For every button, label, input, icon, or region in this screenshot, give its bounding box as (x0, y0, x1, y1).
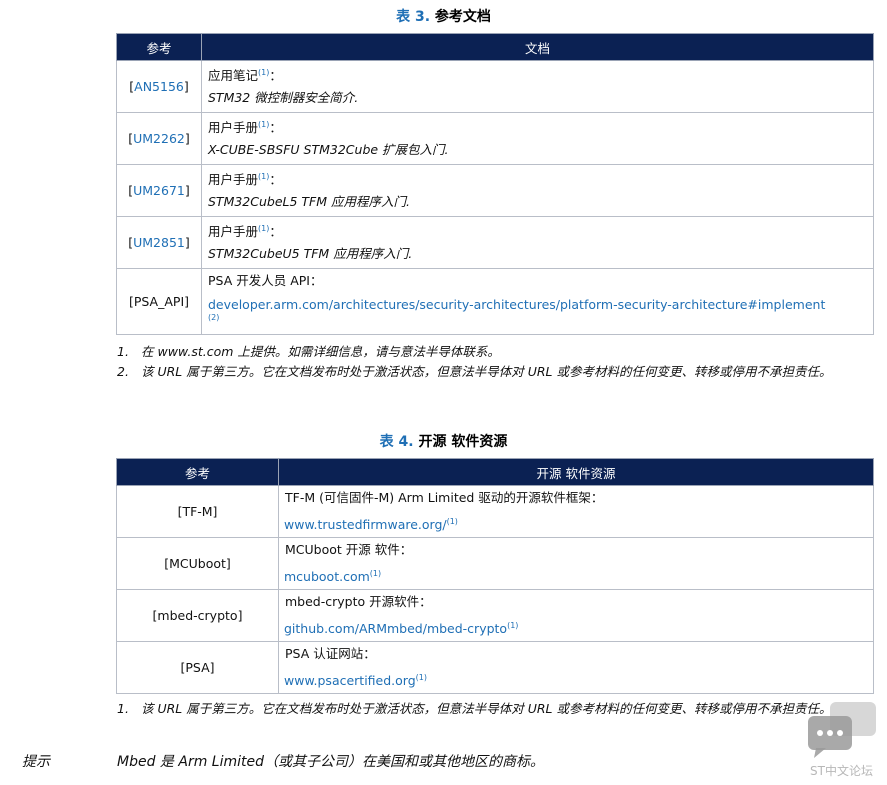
ref-link-an5156[interactable]: AN5156 (134, 79, 184, 94)
ref-cell: [UM2851] (116, 216, 202, 269)
table4-header-row: 参考 开源 软件资源 (116, 458, 874, 486)
doc-type: PSA 开发人员 API： (208, 273, 323, 288)
ref-cell: [MCUboot] (116, 537, 279, 590)
table-row: [UM2851] 用户手册(1)： STM32CubeU5 TFM 应用程序入门… (116, 216, 874, 269)
doc-type: 用户手册 (208, 120, 259, 136)
table3-header-ref: 参考 (116, 33, 202, 61)
table4-footnotes: 1. 该 URL 属于第三方。它在文档发布时处于激活状态，但意法半导体对 URL… (117, 701, 857, 721)
chat-bubbles-icon (808, 702, 876, 758)
doc-cell: MCUboot 开源 软件： mcuboot.com(1) (278, 537, 874, 590)
footnote-ref[interactable]: (1) (416, 673, 427, 682)
doc-title: STM32 微控制器安全简介. (208, 90, 359, 106)
footnote-ref[interactable]: (2) (202, 313, 873, 323)
table3-header-row: 参考 文档 (116, 33, 874, 61)
footnote-ref[interactable]: (1) (447, 517, 458, 526)
footnote-ref[interactable]: (1) (370, 569, 381, 578)
colon: ： (269, 120, 282, 136)
resource-link-mcuboot[interactable]: mcuboot.com (284, 569, 370, 584)
table-row: [AN5156] 应用笔记(1)： STM32 微控制器安全简介. (116, 60, 874, 113)
resource-description: MCUboot 开源 软件： (285, 542, 413, 557)
doc-cell: 用户手册(1)： X-CUBE-SBSFU STM32Cube 扩展包入门. (201, 112, 874, 165)
resource-description: mbed-crypto 开源软件： (285, 594, 432, 609)
ref-cell-psa-api: [PSA_API] (116, 268, 202, 335)
table-row: [MCUboot] MCUboot 开源 软件： mcuboot.com(1) (116, 537, 874, 590)
table-row: [mbed-crypto] mbed-crypto 开源软件： github.c… (116, 589, 874, 642)
footnote-index: 1. (117, 344, 129, 359)
tip-label: 提示 (22, 754, 50, 770)
footnote-ref[interactable]: (1) (258, 224, 269, 233)
ref-link-um2671[interactable]: UM2671 (133, 183, 185, 198)
table4-header-ref: 参考 (116, 458, 279, 486)
bracket-close: ] (184, 235, 190, 250)
bracket-close: ] (183, 79, 189, 94)
table-row: [PSA] PSA 认证网站： www.psacertified.org(1) (116, 641, 874, 694)
doc-cell: PSA 开发人员 API： developer.arm.com/architec… (201, 268, 874, 335)
footnote-text: 在 www.st.com 上提供。如需详细信息，请与意法半导体联系。 (141, 344, 500, 359)
footnote-ref[interactable]: (1) (258, 68, 269, 77)
table-row: [TF-M] TF-M (可信固件-M) Arm Limited 驱动的开源软件… (116, 485, 874, 538)
footnote-ref[interactable]: (1) (507, 621, 518, 630)
ref-cell: [UM2262] (116, 112, 202, 165)
doc-cell: 应用笔记(1)： STM32 微控制器安全简介. (201, 60, 874, 113)
resource-link-mbed-crypto[interactable]: github.com/ARMmbed/mbed-crypto (284, 621, 507, 636)
bracket-close: ] (184, 183, 190, 198)
ref-cell: [TF-M] (116, 485, 279, 538)
doc-cell: 用户手册(1)： STM32CubeL5 TFM 应用程序入门. (201, 164, 874, 217)
table-row: [PSA_API] PSA 开发人员 API： developer.arm.co… (116, 268, 874, 335)
footnote: 1. 在 www.st.com 上提供。如需详细信息，请与意法半导体联系。 (117, 344, 857, 359)
ref-link-um2851[interactable]: UM2851 (133, 235, 185, 250)
footnote-index: 2. (117, 364, 129, 379)
colon: ： (269, 224, 282, 240)
table3-caption-number: 表 3. (396, 9, 431, 25)
table4-caption-number: 表 4. (379, 434, 414, 450)
resource-description: PSA 认证网站： (285, 646, 376, 661)
table-row: [UM2671] 用户手册(1)： STM32CubeL5 TFM 应用程序入门… (116, 164, 874, 217)
footnote: 1. 该 URL 属于第三方。它在文档发布时处于激活状态，但意法半导体对 URL… (117, 701, 857, 716)
reference-documents-table: 参考 文档 [AN5156] 应用笔记(1)： STM32 微控制器安全简介. … (116, 33, 874, 335)
psa-api-link[interactable]: developer.arm.com/architectures/security… (208, 297, 825, 312)
table3-caption: 表 3. 参考文档 (0, 6, 887, 26)
doc-type: 用户手册 (208, 224, 259, 240)
doc-cell: TF-M (可信固件-M) Arm Limited 驱动的开源软件框架： www… (278, 485, 874, 538)
footnote-ref[interactable]: (1) (258, 120, 269, 129)
doc-type: 用户手册 (208, 172, 259, 188)
ref-cell: [AN5156] (116, 60, 202, 113)
doc-title: STM32CubeU5 TFM 应用程序入门. (208, 246, 413, 262)
table4-caption: 表 4. 开源 软件资源 (0, 431, 887, 451)
footnote-index: 1. (117, 701, 129, 716)
table3-header-doc: 文档 (201, 33, 874, 61)
ref-link-um2262[interactable]: UM2262 (133, 131, 185, 146)
table4-caption-title: 开源 软件资源 (418, 434, 508, 450)
open-source-resources-table: 参考 开源 软件资源 [TF-M] TF-M (可信固件-M) Arm Limi… (116, 458, 874, 694)
resource-link-trustedfirmware[interactable]: www.trustedfirmware.org/ (284, 517, 447, 532)
doc-cell: PSA 认证网站： www.psacertified.org(1) (278, 641, 874, 694)
table-row: [UM2262] 用户手册(1)： X-CUBE-SBSFU STM32Cube… (116, 112, 874, 165)
doc-type: 应用笔记 (208, 68, 259, 84)
doc-cell: 用户手册(1)： STM32CubeU5 TFM 应用程序入门. (201, 216, 874, 269)
table3-caption-title: 参考文档 (434, 9, 491, 25)
table3-footnotes: 1. 在 www.st.com 上提供。如需详细信息，请与意法半导体联系。 2.… (117, 344, 857, 384)
ref-cell: [PSA] (116, 641, 279, 694)
footnote-text: 该 URL 属于第三方。它在文档发布时处于激活状态，但意法半导体对 URL 或参… (141, 701, 832, 716)
doc-title: X-CUBE-SBSFU STM32Cube 扩展包入门. (208, 142, 449, 158)
ref-cell: [UM2671] (116, 164, 202, 217)
colon: ： (269, 68, 282, 84)
watermark-text: ST中文论坛 (810, 764, 873, 778)
ref-cell: [mbed-crypto] (116, 589, 279, 642)
resource-description: TF-M (可信固件-M) Arm Limited 驱动的开源软件框架： (285, 490, 604, 505)
footnote-ref[interactable]: (1) (258, 172, 269, 181)
table4-header-doc: 开源 软件资源 (278, 458, 874, 486)
footnote: 2. 该 URL 属于第三方。它在文档发布时处于激活状态，但意法半导体对 URL… (117, 364, 857, 379)
doc-cell: mbed-crypto 开源软件： github.com/ARMmbed/mbe… (278, 589, 874, 642)
tip-text: Mbed 是 Arm Limited（或其子公司）在美国和或其他地区的商标。 (117, 754, 544, 770)
doc-title: STM32CubeL5 TFM 应用程序入门. (208, 194, 410, 210)
resource-link-psacertified[interactable]: www.psacertified.org (284, 673, 416, 688)
bracket-close: ] (184, 131, 190, 146)
colon: ： (269, 172, 282, 188)
forum-watermark: ST中文论坛 (806, 700, 884, 782)
footnote-text: 该 URL 属于第三方。它在文档发布时处于激活状态，但意法半导体对 URL 或参… (141, 364, 832, 379)
